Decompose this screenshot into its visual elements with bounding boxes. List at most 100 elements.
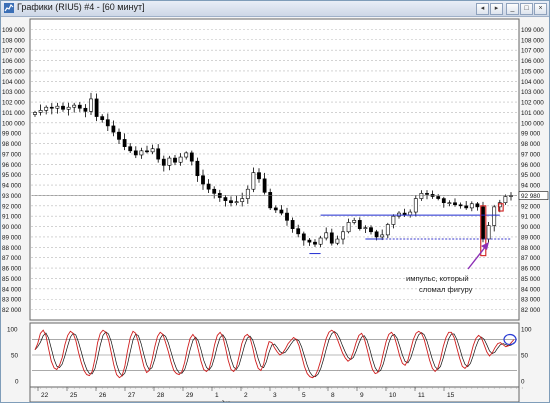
price-axis-tick-left: 105 000 [2, 68, 25, 75]
candle-body [486, 225, 491, 240]
impulse-annotation-line-1: импульс, который [406, 274, 469, 283]
candle-body [503, 196, 508, 204]
price-axis-tick-right: 103 000 [521, 89, 544, 96]
price-axis-tick-left: 99 000 [2, 131, 22, 138]
price-axis-tick-right: 91 000 [521, 214, 541, 221]
price-axis-tick-left: 98 000 [2, 141, 22, 148]
price-axis-tick-right: 90 000 [521, 224, 541, 231]
time-axis-day-label: 27 [128, 392, 136, 399]
candle-body [251, 172, 256, 190]
candle-body [447, 202, 452, 205]
candle-body [223, 197, 228, 201]
maximize-button[interactable]: □ [520, 3, 533, 15]
time-axis-day-label: 8 [331, 392, 335, 399]
candle-body [419, 193, 424, 199]
oscillator-tick-right: 0 [521, 378, 525, 385]
candle-body [273, 207, 278, 211]
price-axis-tick-left: 92 000 [2, 203, 22, 210]
candle-body [145, 150, 149, 153]
price-axis-tick-left: 85 000 [2, 276, 22, 283]
price-axis-tick-left: 102 000 [2, 100, 25, 107]
time-axis-day-label: 10 [389, 392, 397, 399]
time-axis-day-label: 28 [157, 392, 165, 399]
candle-body [346, 222, 351, 233]
price-axis-tick-left: 100 000 [2, 120, 25, 127]
candle-body [268, 192, 273, 209]
scroll-right-button[interactable]: ▸ [490, 3, 503, 15]
candle-body [363, 227, 368, 229]
price-axis-tick-left: 95 000 [2, 172, 22, 179]
candle-body [117, 131, 121, 140]
candle-body [66, 106, 71, 110]
candle-body [44, 106, 49, 111]
candle-body [380, 234, 385, 238]
price-axis-tick-left: 93 000 [2, 193, 22, 200]
candle-body [453, 202, 457, 206]
chart-canvas[interactable]: 109 000 109 000 108 000 108 000 107 000 107 0… [1, 17, 549, 402]
price-axis-tick-right: 94 000 [521, 183, 541, 190]
price-axis-tick-left: 94 000 [2, 183, 22, 190]
price-axis-tick-right: 88 000 [521, 245, 541, 252]
candle-body [122, 139, 127, 147]
minimize-button[interactable]: _ [506, 3, 519, 15]
candle-body [307, 239, 312, 243]
candle-body [111, 125, 116, 133]
price-axis-tick-left: 109 000 [2, 27, 25, 34]
candle-body [341, 231, 345, 240]
price-axis-tick-right: 83 000 [521, 297, 541, 304]
candle-body [94, 98, 99, 117]
price-axis-tick-left: 89 000 [2, 234, 22, 241]
price-axis-tick-right: 82 000 [521, 307, 541, 314]
price-axis-tick-right: 108 000 [521, 37, 544, 44]
candle-body [195, 160, 200, 177]
candle-body [173, 157, 177, 163]
candle-body [369, 227, 373, 233]
candle-body [357, 220, 362, 229]
close-button[interactable]: × [534, 3, 547, 15]
candle-body [161, 158, 166, 166]
candle-body [49, 106, 54, 109]
candle-body [441, 198, 446, 204]
time-axis-day-label: 15 [447, 392, 455, 399]
candle-body [139, 150, 144, 156]
candle-body [436, 196, 441, 199]
title-bar[interactable]: Графики (RIU5) #4 - [60 минут] ◂ ▸ _ □ × [1, 1, 549, 17]
candle-body [385, 224, 390, 236]
price-axis-tick-right: 98 000 [521, 141, 541, 148]
scroll-left-button[interactable]: ◂ [476, 3, 489, 15]
candle-body [374, 231, 379, 238]
price-axis-tick-right: 86 000 [521, 266, 541, 273]
candle-body [324, 232, 329, 239]
price-axis-tick-right: 99 000 [521, 131, 541, 138]
candle-body [475, 203, 480, 208]
candle-body [167, 157, 172, 166]
price-axis-tick-left: 90 000 [2, 224, 22, 231]
candle-body [391, 215, 396, 225]
price-axis-tick-left: 91 000 [2, 214, 22, 221]
price-axis-tick-right: 85 000 [521, 276, 541, 283]
price-axis-tick-left: 104 000 [2, 79, 25, 86]
candle-body [77, 104, 82, 109]
window-title: Графики (RIU5) #4 - [60 минут] [17, 2, 145, 12]
candle-body [464, 205, 469, 209]
candle-body [38, 110, 43, 113]
candle-body [257, 172, 261, 180]
time-axis-day-label: 5 [302, 392, 306, 399]
oscillator-tick-right: 100 [521, 327, 532, 334]
candle-body [156, 148, 161, 160]
candle-body [318, 237, 323, 245]
price-axis-tick-left: 82 000 [2, 307, 22, 314]
price-axis-tick-right: 105 000 [521, 68, 544, 75]
oscillator-tick-right: 50 [521, 353, 529, 360]
price-axis-tick-right: 107 000 [521, 48, 544, 55]
candle-body [229, 200, 233, 204]
chart-window: Графики (RIU5) #4 - [60 минут] ◂ ▸ _ □ ×… [0, 0, 550, 403]
candle-body [313, 241, 317, 245]
time-axis-day-label: 22 [41, 392, 49, 399]
price-axis-tick-right: 84 000 [521, 286, 541, 293]
price-axis-tick-right: 87 000 [521, 255, 541, 262]
candle-body [425, 193, 429, 195]
price-axis-tick-left: 87 000 [2, 255, 22, 262]
price-axis-tick-right: 89 000 [521, 234, 541, 241]
candle-body [105, 119, 110, 127]
